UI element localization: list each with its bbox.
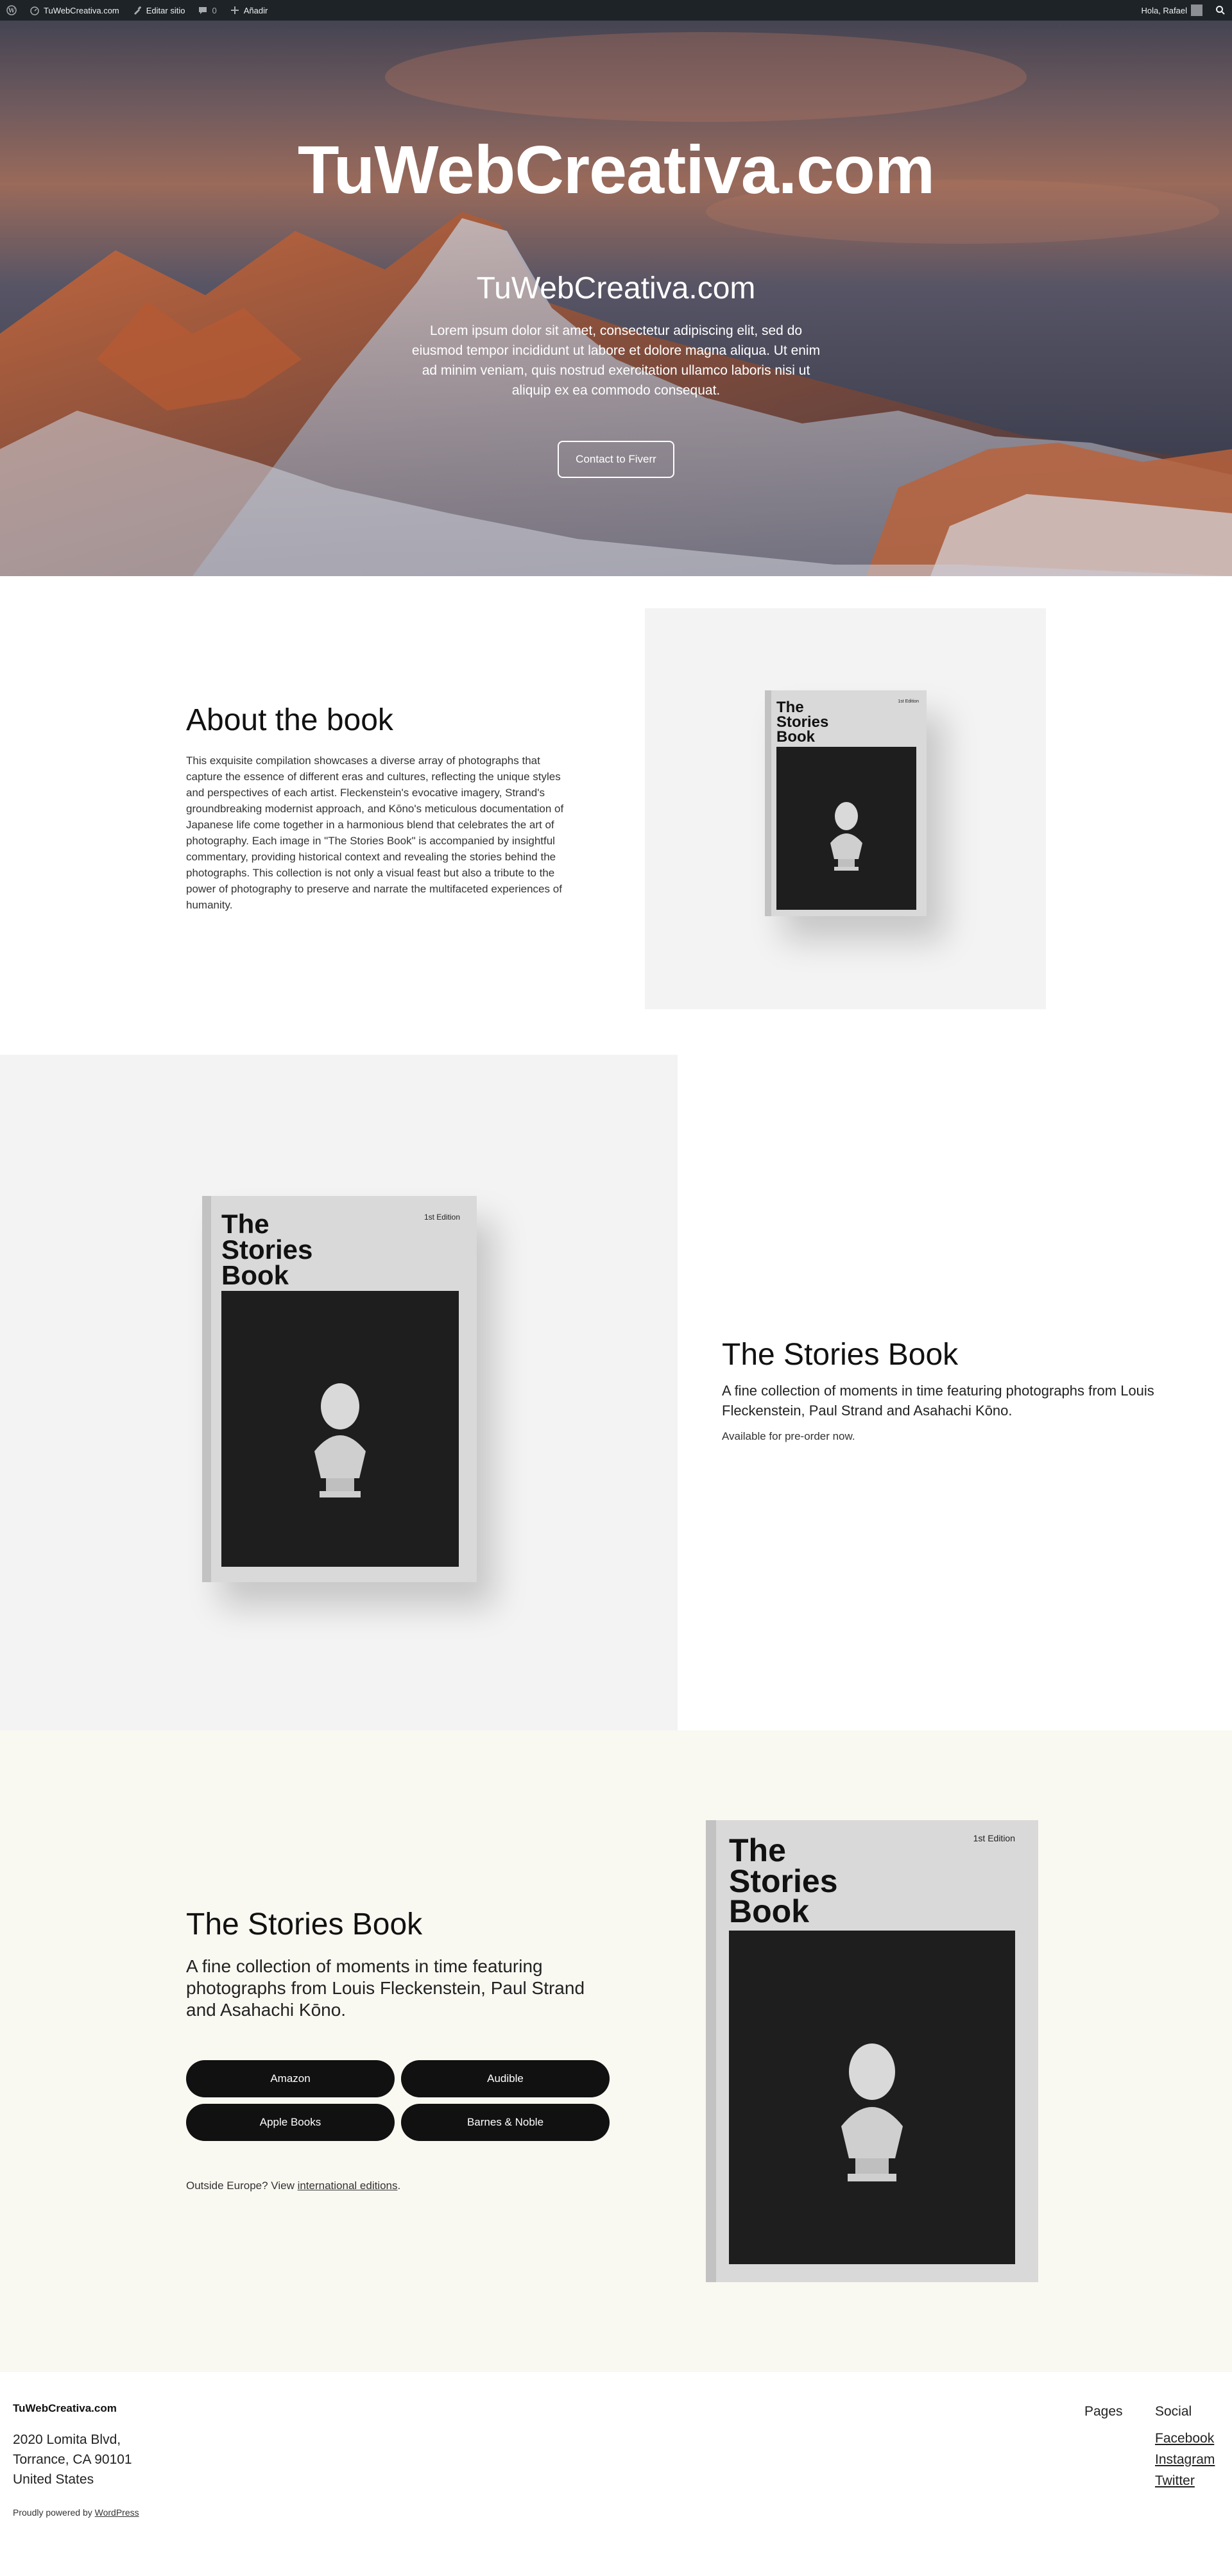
site-footer: TuWebCreativa.com 2020 Lomita Blvd, Torr… [0, 2372, 1232, 2576]
international-note: Outside Europe? View international editi… [186, 2179, 400, 2192]
book-cover-title: The Stories Book [776, 699, 829, 746]
about-text: This exquisite compilation showcases a d… [186, 755, 564, 911]
stories-section: The Stories Book 1st Edition The Stories… [0, 1055, 1232, 1730]
powered-prefix: Proudly powered by [13, 2507, 95, 2518]
book-cover-edition: 1st Edition [424, 1213, 460, 1222]
hero-text: Lorem ipsum dolor sit amet, consectetur … [411, 323, 821, 398]
barnes-noble-button[interactable]: Barnes & Noble [401, 2104, 610, 2141]
about-section: About the book This exquisite compilatio… [0, 576, 1232, 1055]
buy-description: A fine collection of moments in time fea… [186, 1956, 585, 2020]
footer-site-title[interactable]: TuWebCreativa.com [13, 2402, 117, 2415]
retailer-buttons: Amazon Audible Apple Books Barnes & Nobl… [186, 2060, 610, 2141]
footer-address: 2020 Lomita Blvd, Torrance, CA 90101 Uni… [13, 2430, 132, 2489]
add-new-button[interactable]: Añadir [230, 5, 268, 15]
book-mockup-large: The Stories Book 1st Edition [202, 1196, 477, 1582]
preorder-note: Available for pre-order now. [722, 1430, 855, 1442]
admin-site-name: TuWebCreativa.com [44, 5, 119, 15]
stories-title: The Stories Book [722, 1338, 959, 1372]
comments-count: 0 [212, 5, 217, 15]
edit-site-button[interactable]: Editar sitio [132, 5, 185, 15]
contact-fiverr-button[interactable]: Contact to Fiverr [558, 441, 674, 478]
hero-subtitle: TuWebCreativa.com [476, 271, 756, 305]
footer-social-heading: Social [1155, 2404, 1192, 2419]
about-title: About the book [186, 703, 393, 737]
book-mockup: The Stories Book 1st Edition [765, 690, 927, 916]
avatar [1191, 4, 1202, 16]
search-icon [1215, 5, 1226, 15]
facebook-link[interactable]: Facebook [1155, 2431, 1215, 2446]
comments-button[interactable]: 0 [198, 5, 217, 15]
plus-icon [230, 5, 240, 15]
book-image-small: The Stories Book 1st Edition [645, 608, 1046, 1009]
add-new-label: Añadir [243, 5, 268, 15]
book-spine [706, 1820, 716, 2282]
wordpress-link[interactable]: WordPress [95, 2507, 139, 2518]
buy-title: The Stories Book [186, 1907, 423, 1941]
footer-pages-heading: Pages [1084, 2404, 1123, 2419]
wordpress-icon: W [6, 5, 17, 15]
bust-photo [221, 1291, 459, 1567]
address-line: United States [13, 2472, 94, 2487]
book-cover-title: The Stories Book [221, 1209, 313, 1290]
admin-bar-left: W TuWebCreativa.com Editar sitio 0 Añadi… [6, 5, 268, 15]
book-image-large: The Stories Book 1st Edition [0, 1055, 678, 1730]
book-cover-edition: 1st Edition [973, 1833, 1015, 1843]
instagram-link[interactable]: Instagram [1155, 2452, 1215, 2468]
note-suffix: . [397, 2179, 401, 2192]
brush-icon [132, 5, 142, 15]
bust-photo [729, 1931, 1015, 2264]
address-line: 2020 Lomita Blvd, [13, 2432, 121, 2447]
book-spine [202, 1196, 211, 1582]
note-prefix: Outside Europe? View [186, 2179, 298, 2192]
admin-site-link[interactable]: TuWebCreativa.com [30, 5, 119, 15]
social-links: Facebook Instagram Twitter [1155, 2431, 1215, 2489]
address-line: Torrance, CA 90101 [13, 2452, 132, 2467]
admin-bar: W TuWebCreativa.com Editar sitio 0 Añadi… [0, 0, 1232, 21]
amazon-button[interactable]: Amazon [186, 2060, 395, 2097]
book-cover-title: The Stories Book [729, 1832, 838, 1929]
audible-button[interactable]: Audible [401, 2060, 610, 2097]
dashboard-icon [30, 5, 40, 15]
greeting-label: Hola, Rafael [1141, 5, 1187, 15]
hero-title: TuWebCreativa.com [297, 132, 935, 208]
edit-site-label: Editar sitio [146, 5, 185, 15]
wordpress-logo-button[interactable]: W [6, 5, 17, 15]
admin-search-button[interactable] [1215, 5, 1226, 15]
apple-books-button[interactable]: Apple Books [186, 2104, 395, 2141]
buy-section: The Stories Book A fine collection of mo… [0, 1730, 1232, 2372]
book-spine [765, 690, 771, 916]
account-menu[interactable]: Hola, Rafael [1141, 4, 1202, 16]
book-mockup-buy: The Stories Book 1st Edition [706, 1820, 1038, 2282]
international-editions-link[interactable]: international editions [298, 2179, 398, 2192]
hero-section: TuWebCreativa.com TuWebCreativa.com Lore… [0, 0, 1232, 576]
admin-bar-right: Hola, Rafael [1141, 4, 1226, 16]
powered-by: Proudly powered by WordPress [13, 2507, 139, 2518]
twitter-link[interactable]: Twitter [1155, 2473, 1215, 2489]
book-cover-edition: 1st Edition [898, 699, 919, 704]
stories-description: A fine collection of moments in time fea… [722, 1383, 1154, 1419]
comment-icon [198, 5, 208, 15]
svg-text:W: W [8, 8, 15, 15]
bust-photo [776, 747, 916, 910]
